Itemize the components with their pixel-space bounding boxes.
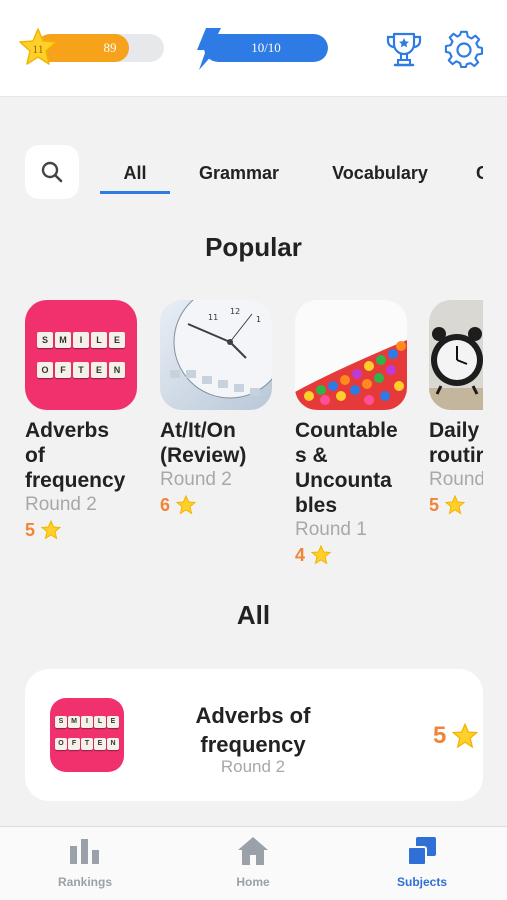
energy-progress: 10/10 [194, 27, 328, 71]
bolt-icon [197, 28, 222, 70]
svg-text:1: 1 [256, 315, 261, 324]
letter-pile-thumbnail [295, 300, 407, 410]
tab-grammar[interactable]: Grammar [194, 150, 284, 196]
letter-tile: T [73, 362, 89, 378]
search-button[interactable] [25, 145, 79, 199]
category-tabs: All Grammar Vocabulary C [100, 150, 483, 196]
svg-text:11: 11 [208, 313, 218, 322]
popular-card-title: Countable s & Uncounta bles [295, 419, 398, 517]
popular-card-title: Adverbs of frequency [25, 419, 126, 492]
xp-progress: 89 11 [18, 27, 164, 67]
star-icon [445, 495, 466, 515]
level-number: 11 [32, 42, 44, 56]
subject-list-item[interactable]: SMILE OFTEN Adverbs of frequency Round 2… [25, 669, 483, 801]
letter-tile: O [37, 362, 53, 378]
star-icon [41, 520, 62, 540]
tab-vocabulary[interactable]: Vocabulary [328, 150, 432, 196]
nav-rankings[interactable]: Rankings [30, 827, 140, 900]
letter-tile: E [94, 738, 106, 750]
nav-label: Rankings [57, 875, 112, 889]
nav-subjects[interactable]: Subjects [367, 827, 477, 900]
bar-chart-icon [70, 839, 99, 864]
popular-card[interactable]: Countable s & Uncounta bles Round 1 4 [295, 300, 407, 568]
letter-tile: E [91, 362, 107, 378]
letter-tile: E [109, 332, 125, 348]
letter-tile: S [55, 716, 67, 728]
popular-card[interactable]: 11 12 1 At/It/On (Review) Round 2 6 [160, 300, 272, 518]
alarm-clock-thumbnail [429, 300, 483, 410]
smile-often-thumbnail: SMILE OFTEN [25, 300, 137, 410]
search-icon [41, 161, 63, 183]
popular-heading: Popular [205, 232, 302, 262]
gear-icon[interactable] [444, 29, 484, 69]
smile-often-thumbnail: SMILE OFTEN [50, 698, 124, 772]
popular-card-title: Daily routir [429, 419, 483, 467]
popular-card[interactable]: Daily routir Round 5 [429, 300, 483, 518]
letter-tile: N [109, 362, 125, 378]
popular-card-stars: 6 [160, 492, 272, 518]
popular-carousel: SMILE OFTEN Adverbs of frequency Round 2… [25, 300, 483, 580]
home-icon [238, 837, 268, 865]
letter-tile: N [107, 738, 119, 750]
popular-card-round: Round 2 [160, 469, 232, 490]
nav-home[interactable]: Home [198, 827, 308, 900]
subject-title: Adverbs of frequency [195, 703, 311, 757]
popular-card[interactable]: SMILE OFTEN Adverbs of frequency Round 2… [25, 300, 137, 543]
letter-tile: T [81, 738, 93, 750]
tab-more[interactable]: C [476, 150, 483, 196]
all-heading: All [236, 600, 271, 630]
trophy-icon[interactable] [384, 29, 424, 69]
star-icon [176, 495, 197, 515]
popular-card-round: Round 1 [295, 519, 367, 540]
letter-tile: I [73, 332, 89, 348]
popular-card-stars: 4 [295, 542, 407, 568]
letter-tile: O [55, 738, 67, 750]
letter-tile: M [68, 716, 80, 728]
letter-tile: L [94, 716, 106, 728]
popular-card-title: At/It/On (Review) [160, 419, 247, 467]
clock-thumbnail: 11 12 1 [160, 300, 272, 410]
letter-tile: F [68, 738, 80, 750]
subject-stars: 5 [433, 721, 479, 751]
popular-card-round: Round 2 [25, 494, 97, 515]
bottom-navigation: Rankings Home Subjects [0, 826, 507, 900]
letter-tile: L [91, 332, 107, 348]
subjects-icon [407, 837, 436, 866]
nav-label: Home [236, 875, 270, 889]
popular-card-stars: 5 [429, 492, 483, 518]
letter-tile: M [55, 332, 71, 348]
letter-tile: S [37, 332, 53, 348]
svg-text:12: 12 [230, 307, 240, 316]
xp-value: 89 [103, 40, 117, 55]
star-icon [311, 545, 332, 565]
nav-label: Subjects [396, 875, 447, 889]
letter-tile: E [107, 716, 119, 728]
star-icon [452, 723, 479, 749]
letter-tile: I [81, 716, 93, 728]
tab-all[interactable]: All [100, 150, 170, 196]
energy-value: 10/10 [251, 40, 281, 55]
popular-card-round: Round [429, 469, 483, 490]
popular-card-stars: 5 [25, 517, 137, 543]
top-status-bar: 89 11 10/10 [0, 0, 507, 97]
letter-tile: F [55, 362, 71, 378]
subject-round: Round 2 [220, 757, 286, 776]
